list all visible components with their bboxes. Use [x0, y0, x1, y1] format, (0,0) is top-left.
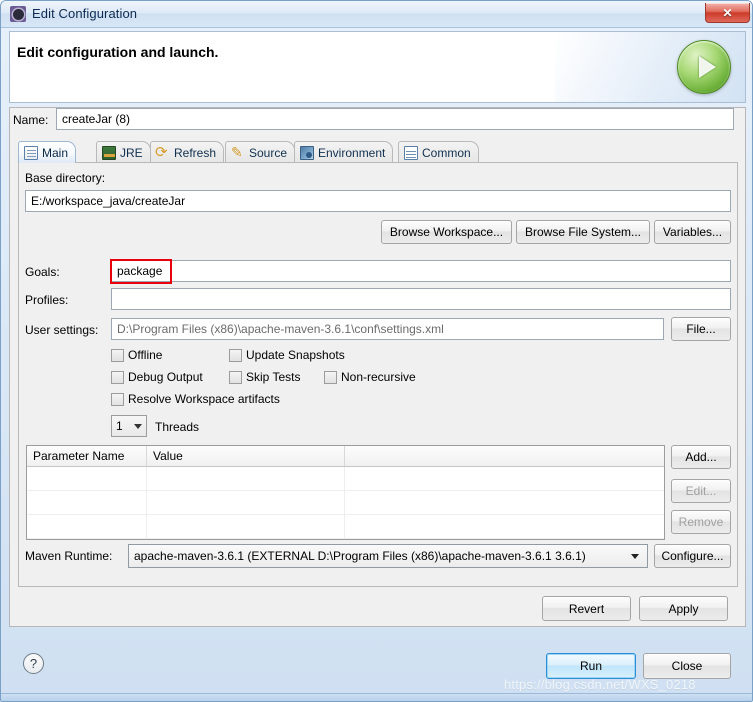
tab-source-label: Source	[249, 145, 288, 160]
checkbox-debug-output-label: Debug Output	[128, 370, 203, 384]
tab-refresh-label: Refresh	[174, 145, 217, 160]
checkbox-offline-label: Offline	[128, 348, 163, 362]
maven-runtime-value: apache-maven-3.6.1 (EXTERNAL D:\Program …	[134, 549, 586, 563]
cell-extra	[345, 467, 664, 490]
tab-jre[interactable]: JRE	[96, 141, 151, 163]
checkbox-skip-tests-label: Skip Tests	[246, 370, 301, 384]
parameter-table[interactable]: Parameter Name Value	[26, 445, 665, 540]
watermark: https://blog.csdn.net/WXS_0218	[504, 677, 696, 692]
checkbox-debug-output[interactable]: Debug Output	[111, 370, 203, 384]
tab-strip: Main JRE Refresh Source Environment Comm…	[18, 141, 738, 163]
chevron-down-icon[interactable]	[134, 423, 142, 429]
tab-source[interactable]: Source	[225, 141, 296, 163]
title-bar: Edit Configuration ✕	[1, 1, 752, 28]
run-button[interactable]: Run	[546, 653, 636, 679]
cell-parameter-name	[27, 515, 147, 538]
base-directory-label: Base directory:	[25, 171, 106, 185]
tab-refresh[interactable]: Refresh	[150, 141, 225, 163]
window-title: Edit Configuration	[32, 6, 138, 21]
remove-parameter-button[interactable]: Remove	[671, 510, 731, 534]
header-banner: Edit configuration and launch.	[9, 31, 746, 103]
table-row[interactable]	[27, 467, 664, 491]
checkbox-update-snapshots-label: Update Snapshots	[246, 348, 345, 362]
refresh-icon	[155, 143, 170, 161]
checkbox-offline[interactable]: Offline	[111, 348, 162, 362]
name-label: Name:	[13, 113, 49, 127]
checkbox-debug-output-box[interactable]	[111, 370, 124, 384]
user-settings-file-button[interactable]: File...	[671, 317, 731, 341]
add-parameter-button[interactable]: Add...	[671, 445, 731, 469]
help-icon[interactable]: ?	[23, 653, 44, 674]
name-input[interactable]: createJar (8)	[56, 108, 734, 130]
gear-icon	[10, 6, 26, 22]
jre-icon	[102, 145, 116, 160]
revert-button[interactable]: Revert	[542, 596, 631, 621]
tab-main[interactable]: Main	[18, 141, 77, 163]
cell-extra	[345, 515, 664, 538]
cell-parameter-name	[27, 491, 147, 514]
cell-value	[147, 467, 345, 490]
browse-workspace-button[interactable]: Browse Workspace...	[381, 220, 512, 244]
tab-jre-label: JRE	[120, 145, 143, 160]
checkbox-non-recursive[interactable]: Non-recursive	[324, 370, 416, 384]
checkbox-skip-tests-box[interactable]	[229, 370, 242, 384]
checkbox-update-snapshots-box[interactable]	[229, 348, 242, 362]
checkbox-resolve-workspace-artifacts-label: Resolve Workspace artifacts	[128, 392, 280, 406]
edit-parameter-button[interactable]: Edit...	[671, 479, 731, 503]
common-icon	[404, 145, 418, 160]
checkbox-non-recursive-label: Non-recursive	[341, 370, 416, 384]
table-header-row: Parameter Name Value	[27, 446, 664, 467]
maven-runtime-label: Maven Runtime:	[25, 549, 113, 563]
tab-environment-label: Environment	[318, 145, 386, 160]
threads-value: 1	[116, 419, 123, 433]
close-button[interactable]: Close	[643, 653, 731, 679]
cell-parameter-name	[27, 467, 147, 490]
tab-common[interactable]: Common	[398, 141, 479, 163]
chevron-down-icon[interactable]	[631, 553, 639, 559]
page-title: Edit configuration and launch.	[17, 44, 219, 60]
cell-value	[147, 515, 345, 538]
checkbox-update-snapshots[interactable]: Update Snapshots	[229, 348, 345, 362]
profiles-input[interactable]	[111, 288, 731, 310]
apply-button[interactable]: Apply	[639, 596, 728, 621]
threads-label: Threads	[155, 420, 200, 434]
green-play-icon	[677, 40, 731, 94]
checkbox-skip-tests[interactable]: Skip Tests	[229, 370, 300, 384]
goals-input[interactable]: package	[111, 260, 731, 282]
table-row[interactable]	[27, 515, 664, 539]
source-icon	[231, 144, 245, 161]
user-settings-input[interactable]: D:\Program Files (x86)\apache-maven-3.6.…	[111, 318, 664, 340]
column-header-parameter-name: Parameter Name	[27, 446, 147, 466]
variables-button[interactable]: Variables...	[654, 220, 731, 244]
profiles-label: Profiles:	[25, 293, 69, 307]
main-icon	[24, 145, 38, 160]
window-bottom-edge	[1, 693, 752, 701]
threads-stepper[interactable]: 1	[111, 415, 147, 437]
table-row[interactable]	[27, 491, 664, 515]
checkbox-offline-box[interactable]	[111, 348, 124, 362]
tab-common-label: Common	[422, 145, 471, 160]
column-header-value: Value	[147, 446, 345, 466]
tab-environment[interactable]: Environment	[294, 141, 394, 163]
user-settings-label: User settings:	[25, 323, 99, 337]
tab-main-label: Main	[42, 145, 69, 160]
configure-button[interactable]: Configure...	[654, 544, 731, 568]
checkbox-resolve-workspace-artifacts[interactable]: Resolve Workspace artifacts	[111, 392, 280, 406]
close-window-button[interactable]: ✕	[705, 3, 750, 23]
environment-icon	[300, 145, 314, 160]
column-header-extra	[345, 446, 664, 466]
base-directory-input[interactable]: E:/workspace_java/createJar	[25, 190, 731, 212]
edit-configuration-dialog: Edit Configuration ✕ Edit configuration …	[0, 0, 753, 702]
goals-label: Goals:	[25, 265, 60, 279]
maven-runtime-select[interactable]: apache-maven-3.6.1 (EXTERNAL D:\Program …	[128, 544, 648, 568]
cell-extra	[345, 491, 664, 514]
checkbox-non-recursive-box[interactable]	[324, 370, 337, 384]
cell-value	[147, 491, 345, 514]
browse-file-system-button[interactable]: Browse File System...	[516, 220, 650, 244]
checkbox-resolve-workspace-artifacts-box[interactable]	[111, 392, 124, 406]
